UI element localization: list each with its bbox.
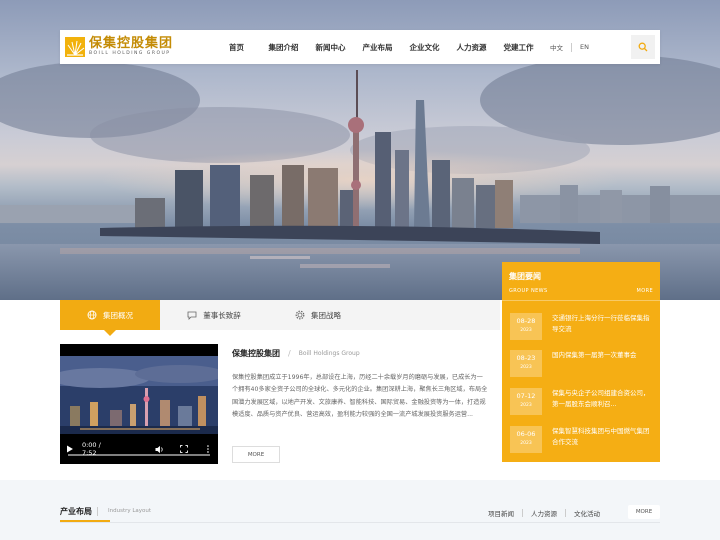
chat-icon xyxy=(187,311,197,320)
tab-label: 董事长致辞 xyxy=(203,310,241,320)
nav-culture[interactable]: 企业文化 xyxy=(401,42,448,53)
tab-label: 集团战略 xyxy=(311,310,341,320)
industry-divider-line xyxy=(60,522,660,523)
video-progress-bar[interactable] xyxy=(68,454,210,456)
logo-sun-icon xyxy=(65,37,85,57)
intro-title: 保集控股集团 / Boill Holdings Group xyxy=(232,348,488,359)
intro-title-divider: / xyxy=(288,349,291,358)
tab-label: 集团概况 xyxy=(103,310,133,320)
industry-links: 项目新闻 人力资源 文化活动 xyxy=(488,508,600,518)
more-options-icon[interactable] xyxy=(204,445,212,453)
intro-video[interactable]: 0:00 / 7:52 xyxy=(60,344,218,464)
news-headline[interactable]: 交通银行上海分行一行莅临保集指导交流 xyxy=(552,313,652,335)
news-subtitle: GROUP NEWS xyxy=(509,288,548,294)
globe-icon xyxy=(87,310,97,320)
search-button[interactable] xyxy=(631,35,655,59)
nav-news-center[interactable]: 新闻中心 xyxy=(307,42,354,53)
lang-en-link[interactable]: EN xyxy=(580,43,589,51)
logo[interactable]: 保集控股集团 BOILL HOLDING GROUP xyxy=(65,37,205,57)
play-icon[interactable] xyxy=(66,445,74,453)
news-more-link[interactable]: MORE xyxy=(637,288,653,294)
news-date: 07-12 2023 xyxy=(510,388,542,415)
nav-party[interactable]: 党建工作 xyxy=(495,42,542,53)
news-date: 08-23 2023 xyxy=(510,350,542,377)
logo-text-cn: 保集控股集团 xyxy=(89,36,174,52)
news-title: 集团要闻 xyxy=(509,272,541,281)
intro-title-cn: 保集控股集团 xyxy=(232,349,280,358)
news-date: 06-06 2023 xyxy=(510,426,542,453)
intro-section: 保集控股集团 / Boill Holdings Group 保集控股集团成立于1… xyxy=(232,348,488,422)
intro-more-button[interactable]: MORE xyxy=(232,446,280,463)
link-project-news[interactable]: 项目新闻 xyxy=(488,508,514,518)
news-date: 08-28 2023 xyxy=(510,313,542,340)
link-divider xyxy=(565,509,566,517)
language-switch: 中文 EN xyxy=(550,42,589,52)
intro-title-en: Boill Holdings Group xyxy=(298,350,360,357)
industry-more-button[interactable]: MORE xyxy=(628,505,660,519)
fullscreen-icon[interactable] xyxy=(180,445,189,453)
tab-chairman-speech[interactable]: 董事长致辞 xyxy=(164,300,264,330)
tab-group-strategy[interactable]: 集团战略 xyxy=(268,300,368,330)
lang-cn-link[interactable]: 中文 xyxy=(550,42,563,52)
group-news-panel: 集团要闻 GROUP NEWS MORE 08-28 2023 交通银行上海分行… xyxy=(502,262,660,462)
news-item[interactable]: 06-06 2023 保集智慧科技集团与中国燃气集团合作交流 xyxy=(510,426,652,453)
link-culture-events[interactable]: 文化活动 xyxy=(574,508,600,518)
video-controls: 0:00 / 7:52 xyxy=(60,434,218,464)
nav-group-intro[interactable]: 集团介绍 xyxy=(260,42,307,53)
industry-title-en: Industry Layout xyxy=(108,508,152,514)
search-icon xyxy=(638,42,648,52)
news-headline[interactable]: 保集智慧科技集团与中国燃气集团合作交流 xyxy=(552,426,652,448)
nav-industry[interactable]: 产业布局 xyxy=(354,42,401,53)
industry-title-divider xyxy=(97,507,98,516)
intro-body: 保集控股集团成立于1996年，总部设在上海，历经二十余载岁月的磨砺与发展，已成长… xyxy=(232,374,488,419)
gear-icon xyxy=(295,310,305,320)
tab-group-overview[interactable]: 集团概况 xyxy=(60,300,160,336)
main-nav: 首页 集团介绍 新闻中心 产业布局 企业文化 人力资源 党建工作 xyxy=(213,42,542,53)
news-item[interactable]: 08-28 2023 交通银行上海分行一行莅临保集指导交流 xyxy=(510,313,652,340)
news-headline[interactable]: 保集与央企子公司组建合资公司，第一届股东会顺利召... xyxy=(552,388,652,410)
intro-tabs: 集团概况 董事长致辞 集团战略 xyxy=(60,300,500,336)
lang-divider xyxy=(571,42,572,52)
link-divider xyxy=(522,509,523,517)
news-item[interactable]: 07-12 2023 保集与央企子公司组建合资公司，第一届股东会顺利召... xyxy=(510,388,652,415)
volume-icon[interactable] xyxy=(155,445,164,454)
industry-title: 产业布局 xyxy=(60,507,92,516)
nav-hr[interactable]: 人力资源 xyxy=(448,42,495,53)
site-header: 保集控股集团 BOILL HOLDING GROUP 首页 集团介绍 新闻中心 … xyxy=(60,30,660,64)
logo-text-en: BOILL HOLDING GROUP xyxy=(89,51,171,57)
link-hr[interactable]: 人力资源 xyxy=(531,508,557,518)
news-headline[interactable]: 国内保集第一届第一次董事会 xyxy=(552,350,652,361)
nav-home[interactable]: 首页 xyxy=(213,42,260,53)
news-item[interactable]: 08-23 2023 国内保集第一届第一次董事会 xyxy=(510,350,652,377)
